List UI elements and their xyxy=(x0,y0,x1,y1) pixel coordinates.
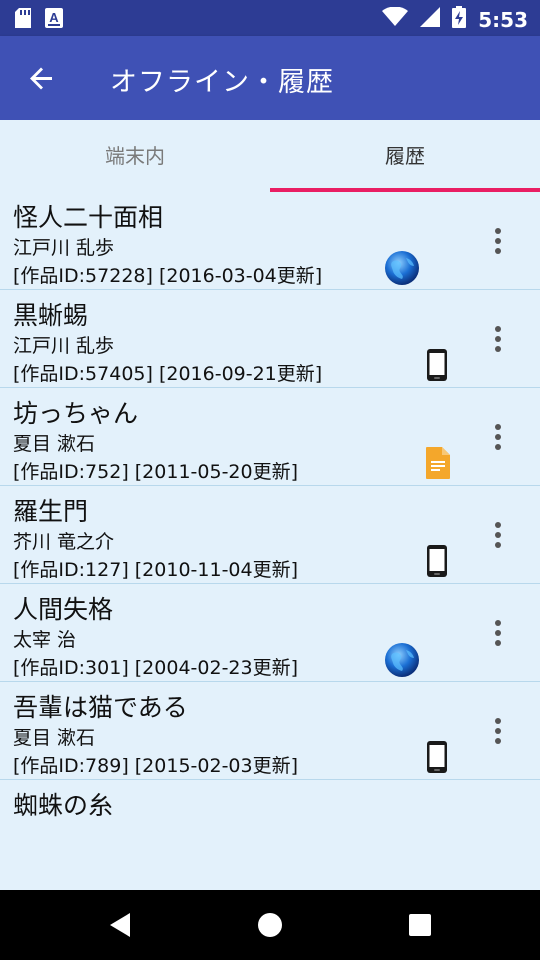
item-meta: [作品ID:57405] [2016-09-21更新] xyxy=(13,363,323,385)
list-item[interactable]: 坊っちゃん 夏目 漱石 [作品ID:752] [2011-05-20更新] xyxy=(0,388,540,486)
item-title: 坊っちゃん xyxy=(13,399,139,428)
list-item[interactable]: 吾輩は猫である 夏目 漱石 [作品ID:789] [2015-02-03更新] xyxy=(0,682,540,780)
document-icon xyxy=(425,446,461,484)
globe-icon xyxy=(384,250,420,288)
back-triangle-icon[interactable] xyxy=(106,910,136,940)
item-meta: [作品ID:301] [2004-02-23更新] xyxy=(13,657,299,679)
list-item[interactable]: 人間失格 太宰 治 [作品ID:301] [2004-02-23更新] xyxy=(0,584,540,682)
more-vert-icon[interactable] xyxy=(488,716,508,746)
item-author: 江戸川 乱歩 xyxy=(13,237,115,259)
status-bar: A 5:53 xyxy=(0,0,540,36)
item-title: 人間失格 xyxy=(13,595,114,624)
item-author: 夏目 漱石 xyxy=(13,727,96,749)
item-title: 黒蜥蜴 xyxy=(13,301,89,330)
more-vert-icon[interactable] xyxy=(488,324,508,354)
phone-icon xyxy=(426,348,462,386)
tab-bar: 端末内 履歴 xyxy=(0,120,540,192)
sd-card-icon xyxy=(14,7,32,33)
item-author: 芥川 竜之介 xyxy=(13,531,115,553)
list-item[interactable]: 羅生門 芥川 竜之介 [作品ID:127] [2010-11-04更新] xyxy=(0,486,540,584)
item-author: 太宰 治 xyxy=(13,629,77,651)
wifi-icon xyxy=(382,6,409,32)
item-title: 蜘蛛の糸 xyxy=(13,791,114,820)
item-meta: [作品ID:789] [2015-02-03更新] xyxy=(13,755,299,777)
more-vert-icon[interactable] xyxy=(488,422,508,452)
item-author: 夏目 漱石 xyxy=(13,433,96,455)
recents-square-icon[interactable] xyxy=(405,910,435,940)
phone-icon xyxy=(426,544,462,582)
page-title: オフライン・履歴 xyxy=(110,67,334,98)
tab-local[interactable]: 端末内 xyxy=(0,120,270,192)
item-author: 江戸川 乱歩 xyxy=(13,335,115,357)
globe-icon xyxy=(384,642,420,680)
list-item[interactable]: 黒蜥蜴 江戸川 乱歩 [作品ID:57405] [2016-09-21更新] xyxy=(0,290,540,388)
list-item[interactable]: 怪人二十面相 江戸川 乱歩 [作品ID:57228] [2016-03-04更新… xyxy=(0,192,540,290)
phone-icon xyxy=(426,740,462,778)
svg-text:A: A xyxy=(49,10,59,25)
system-nav-bar xyxy=(0,890,540,960)
tab-history[interactable]: 履歴 xyxy=(270,120,540,192)
keyboard-a-icon: A xyxy=(44,7,64,33)
list-item[interactable]: 蜘蛛の糸 xyxy=(0,780,540,877)
app-bar: オフライン・履歴 xyxy=(0,36,540,120)
more-vert-icon[interactable] xyxy=(488,520,508,550)
item-meta: [作品ID:127] [2010-11-04更新] xyxy=(13,559,299,581)
item-meta: [作品ID:752] [2011-05-20更新] xyxy=(13,461,299,483)
item-title: 怪人二十面相 xyxy=(13,203,164,232)
battery-charging-icon xyxy=(452,6,467,33)
more-vert-icon[interactable] xyxy=(488,618,508,648)
item-title: 吾輩は猫である xyxy=(13,693,188,722)
arrow-left-icon[interactable] xyxy=(26,62,58,94)
item-title: 羅生門 xyxy=(13,497,89,526)
clock: 5:53 xyxy=(478,7,528,32)
more-vert-icon[interactable] xyxy=(488,226,508,256)
history-list: 怪人二十面相 江戸川 乱歩 [作品ID:57228] [2016-03-04更新… xyxy=(0,192,540,877)
signal-icon xyxy=(420,7,441,32)
home-circle-icon[interactable] xyxy=(255,910,285,940)
item-meta: [作品ID:57228] [2016-03-04更新] xyxy=(13,265,323,287)
